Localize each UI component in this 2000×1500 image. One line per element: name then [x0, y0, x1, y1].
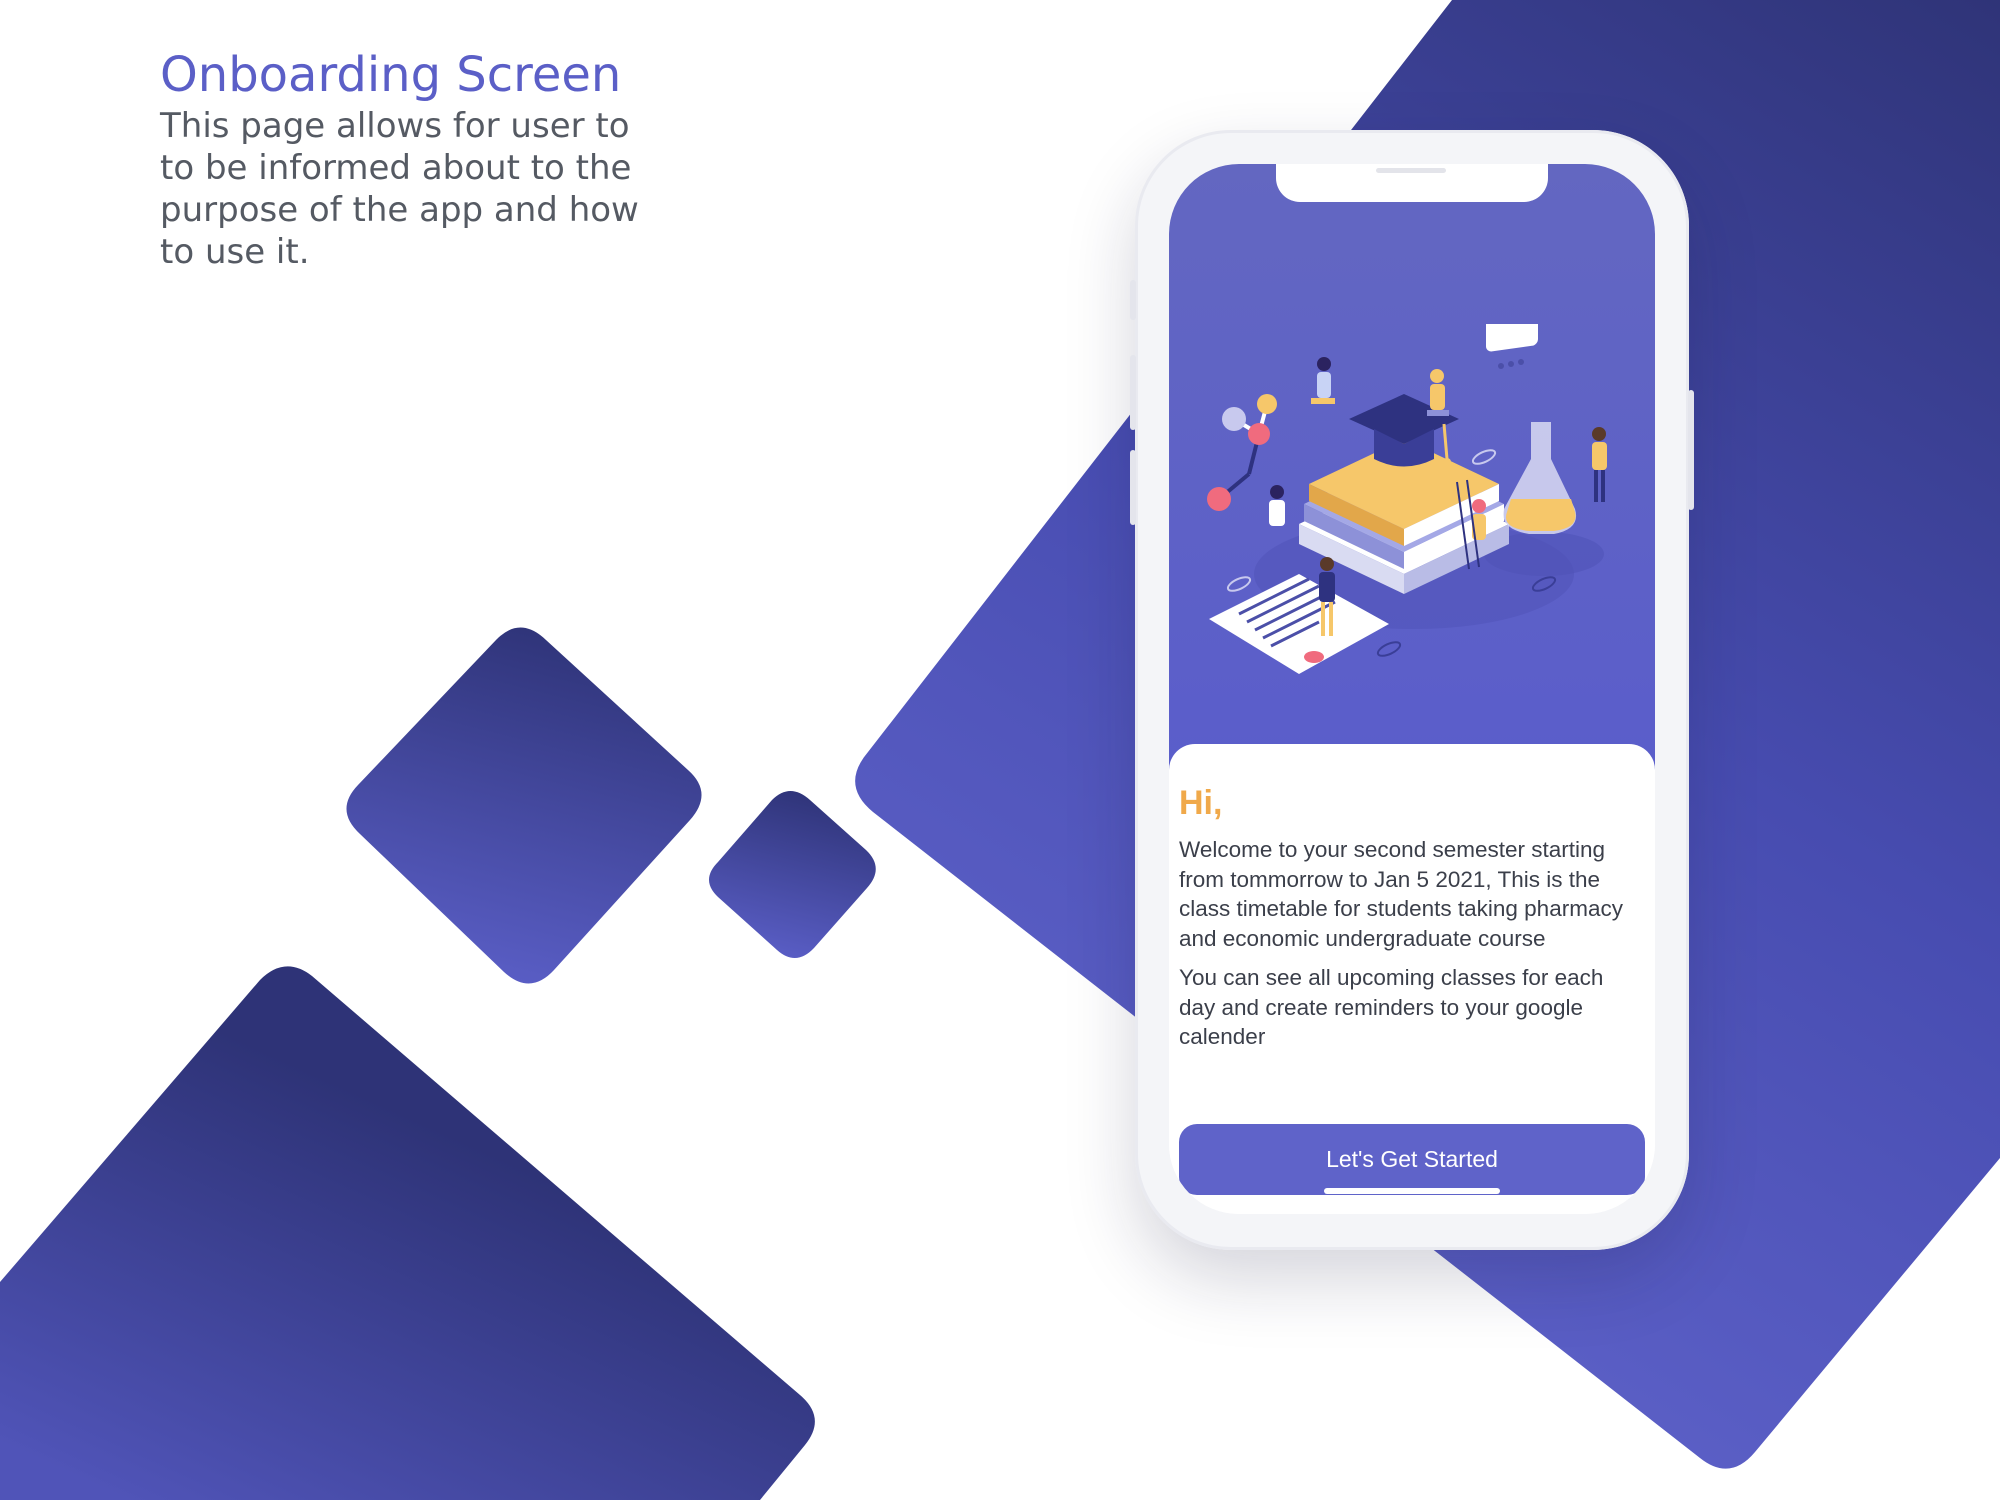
- phone-volume-up-button: [1130, 355, 1136, 430]
- corner-shape: [0, 966, 815, 1500]
- education-illustration: [1207, 324, 1607, 674]
- hero-section: [1169, 164, 1655, 784]
- diamond-small-shape: [709, 791, 876, 959]
- welcome-paragraph: Welcome to your second semester starting…: [1179, 837, 1623, 951]
- phone-screen: Hi, Welcome to your second semester star…: [1169, 164, 1655, 1214]
- phone-power-button: [1688, 390, 1694, 510]
- phone-volume-down-button: [1130, 450, 1136, 525]
- phone-notch: [1276, 164, 1548, 202]
- get-started-button[interactable]: Let's Get Started: [1179, 1124, 1645, 1195]
- caption-title: Onboarding Screen: [160, 47, 622, 103]
- onboarding-body: Welcome to your second semester starting…: [1179, 835, 1639, 1052]
- home-indicator: [1324, 1188, 1500, 1194]
- greeting-heading: Hi,: [1179, 784, 1223, 822]
- caption: Onboarding Screen This page allows for u…: [160, 45, 680, 273]
- features-paragraph: You can see all upcoming classes for eac…: [1179, 965, 1604, 1049]
- phone-mockup: Hi, Welcome to your second semester star…: [1130, 130, 1694, 1250]
- onboarding-card: Hi, Welcome to your second semester star…: [1169, 744, 1655, 1214]
- diamond-large-shape: [346, 627, 702, 984]
- phone-speaker: [1376, 168, 1446, 173]
- caption-description: This page allows for user to to be infor…: [160, 106, 639, 272]
- phone-side-button: [1130, 280, 1136, 320]
